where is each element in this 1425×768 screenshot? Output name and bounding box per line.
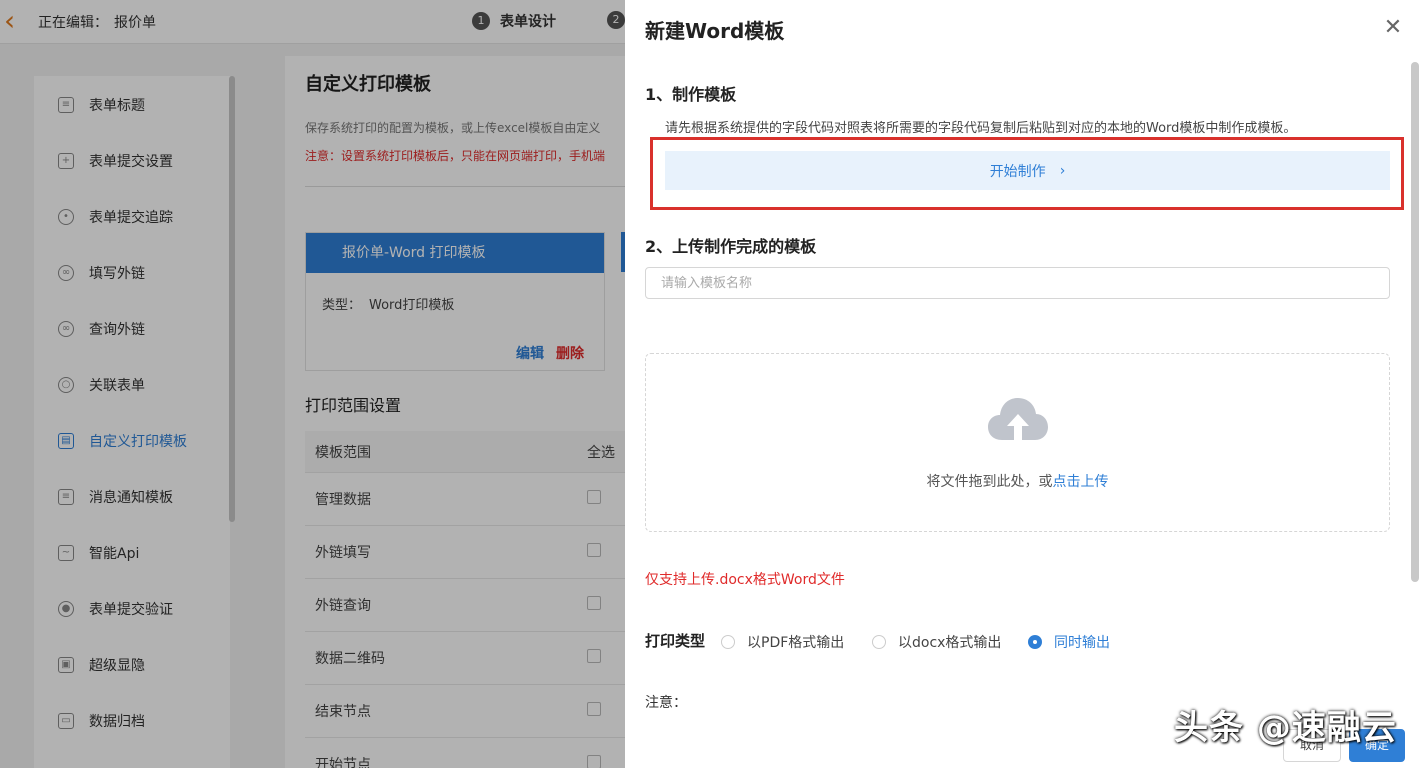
make-template-instruction: 请先根据系统提供的字段代码对照表将所需要的字段代码复制后粘贴到对应的本地的Wor…	[665, 121, 1297, 136]
radio-both-output[interactable]: 同时输出	[1028, 632, 1110, 652]
close-icon[interactable]: ✕	[1381, 16, 1405, 40]
watermark: 头条 @速融云	[1174, 708, 1397, 748]
docx-only-notice: 仅支持上传.docx格式Word文件	[645, 572, 845, 588]
radio-label: 以PDF格式输出	[747, 635, 845, 651]
template-name-input[interactable]	[645, 267, 1390, 299]
section-upload-template-title: 2、上传制作完成的模板	[645, 237, 817, 256]
radio-label: 同时输出	[1054, 635, 1110, 651]
click-upload-link[interactable]: 点击上传	[1053, 474, 1109, 490]
cloud-upload-icon	[988, 398, 1048, 440]
print-type-label: 打印类型	[645, 632, 706, 650]
note-label: 注意：	[645, 695, 687, 711]
upload-dropzone[interactable]: 将文件拖到此处，或点击上传	[645, 353, 1390, 532]
start-making-button[interactable]: 开始制作 ›	[665, 151, 1390, 190]
drawer-title: 新建Word模板	[645, 19, 785, 43]
radio-circle	[721, 635, 735, 649]
radio-pdf-output[interactable]: 以PDF格式输出	[721, 632, 844, 652]
radio-label: 以docx格式输出	[898, 635, 1002, 651]
modal-overlay[interactable]	[0, 0, 625, 768]
radio-circle	[872, 635, 886, 649]
section-make-template-title: 1、制作模板	[645, 85, 737, 104]
drawer-scrollbar[interactable]	[1411, 62, 1419, 582]
dropzone-text: 将文件拖到此处，或点击上传	[646, 471, 1389, 491]
new-word-template-drawer: 新建Word模板 ✕ 1、制作模板 请先根据系统提供的字段代码对照表将所需要的字…	[625, 0, 1425, 768]
start-making-label: 开始制作	[989, 163, 1046, 180]
drop-hint: 将文件拖到此处，或	[926, 474, 1053, 490]
radio-docx-output[interactable]: 以docx格式输出	[872, 632, 1001, 652]
radio-circle	[1028, 635, 1042, 649]
chevron-right-icon: ›	[1059, 162, 1066, 179]
